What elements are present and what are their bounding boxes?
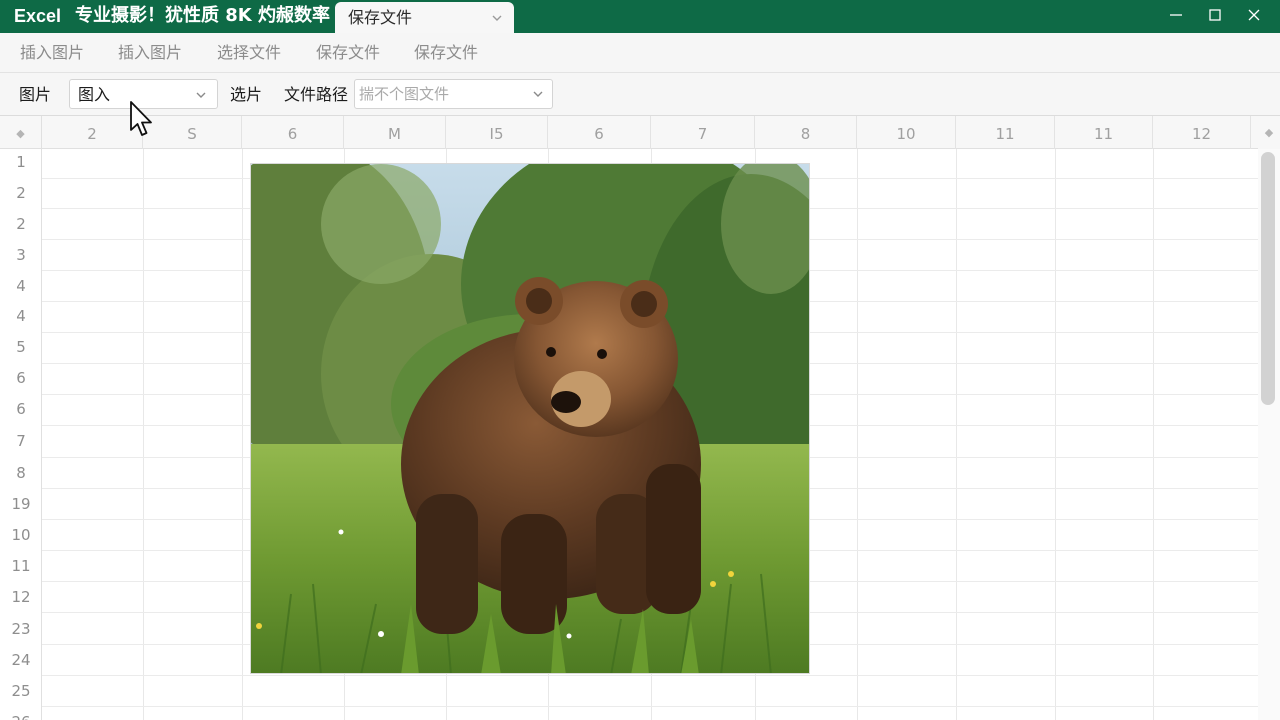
menu-select-file[interactable]: 选择文件 (217, 41, 281, 65)
close-icon (1248, 9, 1260, 21)
gridline (0, 706, 1258, 707)
column-header[interactable]: 8 (755, 116, 857, 149)
row-header[interactable]: 5 (0, 338, 42, 356)
gridline (956, 149, 957, 720)
column-header[interactable]: 11 (956, 116, 1055, 149)
row-header[interactable]: 24 (0, 651, 42, 669)
row-header[interactable]: 19 (0, 495, 42, 513)
title-bar: Excel 专业摄影！犹性质 8K 灼赧数率 保存文件 (0, 0, 1280, 33)
filepath-input[interactable] (354, 79, 553, 109)
column-header[interactable]: 10 (857, 116, 956, 149)
scroll-up-button[interactable]: ◆ (1258, 116, 1280, 149)
menu-save-file[interactable]: 保存文件 (316, 41, 380, 65)
close-button[interactable] (1235, 0, 1273, 30)
filepath-label: 文件路径 (284, 85, 349, 104)
gridline (0, 675, 1258, 676)
chevron-down-icon (196, 92, 206, 98)
picture-select-value: 图入 (78, 85, 111, 104)
row-header[interactable]: 7 (0, 432, 42, 450)
column-header-row: ◆ 2 S 6 M I5 6 7 8 10 11 11 12 (0, 116, 1280, 149)
toolbar: 图片 图入 选片 文件路径 (0, 73, 1280, 116)
row-header[interactable]: 6 (0, 369, 42, 387)
menu-insert-picture-2[interactable]: 插入图片 (118, 41, 182, 65)
chevron-down-icon[interactable] (490, 12, 504, 24)
tab-save-file[interactable]: 保存文件 (335, 2, 514, 33)
select-all-corner[interactable]: ◆ (0, 116, 42, 149)
mouse-cursor-icon (130, 101, 152, 136)
column-header[interactable]: 11 (1055, 116, 1153, 149)
menu-bar: 插入图片 插入图片 选择文件 保存文件 保存文件 (0, 33, 1280, 73)
minimize-button[interactable] (1157, 0, 1195, 30)
menu-insert-picture[interactable]: 插入图片 (20, 41, 84, 65)
row-header[interactable]: 10 (0, 526, 42, 544)
gridline (1153, 149, 1154, 720)
column-header[interactable]: M (344, 116, 446, 149)
gridline (242, 149, 243, 720)
row-header[interactable]: 2 (0, 184, 42, 202)
column-header[interactable]: I5 (446, 116, 548, 149)
row-header[interactable]: 23 (0, 620, 42, 638)
chevron-down-icon[interactable] (531, 88, 545, 100)
row-header[interactable]: 12 (0, 588, 42, 606)
row-header[interactable]: 3 (0, 246, 42, 264)
select-picture-label[interactable]: 选片 (230, 83, 262, 107)
minimize-icon (1170, 14, 1182, 16)
gridline (857, 149, 858, 720)
bear-photo-icon (251, 164, 809, 673)
maximize-button[interactable] (1196, 0, 1234, 30)
row-header[interactable]: 4 (0, 307, 42, 325)
scrollbar-thumb[interactable] (1261, 152, 1275, 405)
column-header[interactable]: 6 (548, 116, 651, 149)
row-header[interactable]: 2 (0, 215, 42, 233)
column-header[interactable]: 12 (1153, 116, 1251, 149)
row-header[interactable]: 26 (0, 713, 42, 720)
column-header[interactable]: S (143, 116, 242, 149)
row-header[interactable]: 8 (0, 464, 42, 482)
document-title: 专业摄影！犹性质 8K 灼赧数率 (75, 5, 331, 26)
row-header[interactable]: 25 (0, 682, 42, 700)
row-header[interactable]: 6 (0, 400, 42, 418)
row-header[interactable]: 4 (0, 277, 42, 295)
gridline (1055, 149, 1056, 720)
inserted-picture[interactable] (250, 163, 810, 674)
row-header[interactable]: 11 (0, 557, 42, 575)
gridline (143, 149, 144, 720)
maximize-icon (1209, 9, 1221, 21)
tab-label: 保存文件 (348, 8, 413, 27)
menu-save-file-2[interactable]: 保存文件 (414, 41, 478, 65)
column-header[interactable]: 7 (651, 116, 755, 149)
row-header[interactable]: 1 (0, 153, 42, 171)
column-header[interactable]: 6 (242, 116, 344, 149)
app-name: Excel (14, 6, 62, 26)
picture-label: 图片 (19, 85, 52, 104)
